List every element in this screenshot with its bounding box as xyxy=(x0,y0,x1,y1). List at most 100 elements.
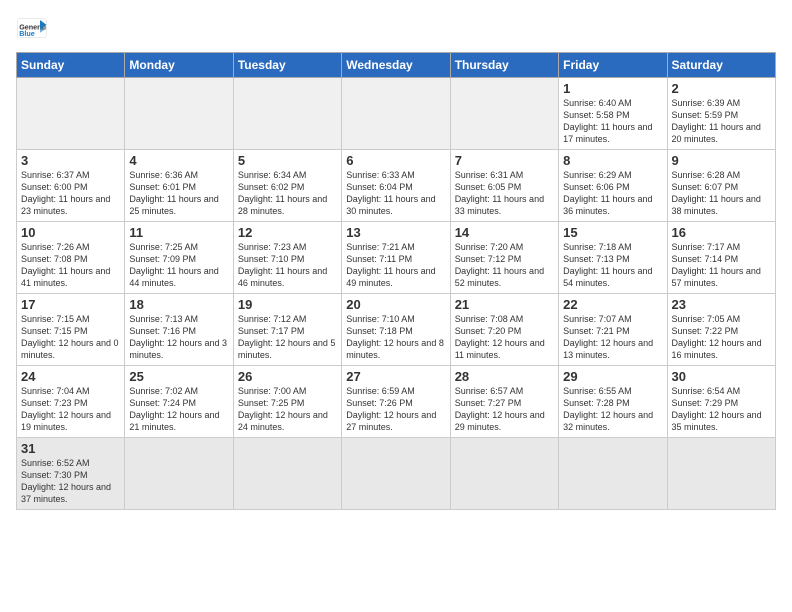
day-number: 29 xyxy=(563,369,662,384)
day-number: 4 xyxy=(129,153,228,168)
calendar-day-cell: 5Sunrise: 6:34 AM Sunset: 6:02 PM Daylig… xyxy=(233,150,341,222)
day-info: Sunrise: 7:21 AM Sunset: 7:11 PM Dayligh… xyxy=(346,241,445,290)
calendar-week-row: 17Sunrise: 7:15 AM Sunset: 7:15 PM Dayli… xyxy=(17,294,776,366)
day-info: Sunrise: 6:36 AM Sunset: 6:01 PM Dayligh… xyxy=(129,169,228,218)
day-info: Sunrise: 6:54 AM Sunset: 7:29 PM Dayligh… xyxy=(672,385,771,434)
day-number: 21 xyxy=(455,297,554,312)
day-number: 30 xyxy=(672,369,771,384)
calendar-day-cell xyxy=(667,438,775,510)
calendar-day-cell: 25Sunrise: 7:02 AM Sunset: 7:24 PM Dayli… xyxy=(125,366,233,438)
day-info: Sunrise: 7:17 AM Sunset: 7:14 PM Dayligh… xyxy=(672,241,771,290)
day-info: Sunrise: 7:25 AM Sunset: 7:09 PM Dayligh… xyxy=(129,241,228,290)
calendar-day-cell: 9Sunrise: 6:28 AM Sunset: 6:07 PM Daylig… xyxy=(667,150,775,222)
day-number: 12 xyxy=(238,225,337,240)
calendar-day-cell xyxy=(559,438,667,510)
calendar-day-cell: 1Sunrise: 6:40 AM Sunset: 5:58 PM Daylig… xyxy=(559,78,667,150)
day-number: 19 xyxy=(238,297,337,312)
calendar-day-header: Friday xyxy=(559,53,667,78)
calendar-day-cell: 28Sunrise: 6:57 AM Sunset: 7:27 PM Dayli… xyxy=(450,366,558,438)
day-number: 10 xyxy=(21,225,120,240)
day-number: 5 xyxy=(238,153,337,168)
day-number: 31 xyxy=(21,441,120,456)
day-info: Sunrise: 7:00 AM Sunset: 7:25 PM Dayligh… xyxy=(238,385,337,434)
calendar-day-cell: 23Sunrise: 7:05 AM Sunset: 7:22 PM Dayli… xyxy=(667,294,775,366)
calendar-day-cell: 18Sunrise: 7:13 AM Sunset: 7:16 PM Dayli… xyxy=(125,294,233,366)
calendar-day-cell xyxy=(125,438,233,510)
header: General Blue xyxy=(16,12,776,44)
calendar-day-cell: 21Sunrise: 7:08 AM Sunset: 7:20 PM Dayli… xyxy=(450,294,558,366)
page: General Blue SundayMondayTuesdayWednesda… xyxy=(0,0,792,518)
day-number: 2 xyxy=(672,81,771,96)
day-info: Sunrise: 7:13 AM Sunset: 7:16 PM Dayligh… xyxy=(129,313,228,362)
calendar-week-row: 24Sunrise: 7:04 AM Sunset: 7:23 PM Dayli… xyxy=(17,366,776,438)
calendar-day-cell: 13Sunrise: 7:21 AM Sunset: 7:11 PM Dayli… xyxy=(342,222,450,294)
calendar-day-cell: 17Sunrise: 7:15 AM Sunset: 7:15 PM Dayli… xyxy=(17,294,125,366)
calendar-day-cell xyxy=(17,78,125,150)
calendar-week-row: 1Sunrise: 6:40 AM Sunset: 5:58 PM Daylig… xyxy=(17,78,776,150)
day-number: 1 xyxy=(563,81,662,96)
calendar-day-cell: 14Sunrise: 7:20 AM Sunset: 7:12 PM Dayli… xyxy=(450,222,558,294)
day-info: Sunrise: 7:07 AM Sunset: 7:21 PM Dayligh… xyxy=(563,313,662,362)
day-number: 26 xyxy=(238,369,337,384)
day-number: 15 xyxy=(563,225,662,240)
day-info: Sunrise: 6:37 AM Sunset: 6:00 PM Dayligh… xyxy=(21,169,120,218)
calendar-week-row: 10Sunrise: 7:26 AM Sunset: 7:08 PM Dayli… xyxy=(17,222,776,294)
day-number: 6 xyxy=(346,153,445,168)
day-info: Sunrise: 6:57 AM Sunset: 7:27 PM Dayligh… xyxy=(455,385,554,434)
calendar-day-cell xyxy=(450,78,558,150)
day-number: 16 xyxy=(672,225,771,240)
calendar-table: SundayMondayTuesdayWednesdayThursdayFrid… xyxy=(16,52,776,510)
calendar-day-cell: 4Sunrise: 6:36 AM Sunset: 6:01 PM Daylig… xyxy=(125,150,233,222)
logo: General Blue xyxy=(16,12,52,44)
day-number: 25 xyxy=(129,369,228,384)
calendar-day-cell: 12Sunrise: 7:23 AM Sunset: 7:10 PM Dayli… xyxy=(233,222,341,294)
day-number: 8 xyxy=(563,153,662,168)
day-number: 24 xyxy=(21,369,120,384)
calendar-day-cell xyxy=(342,438,450,510)
day-info: Sunrise: 7:08 AM Sunset: 7:20 PM Dayligh… xyxy=(455,313,554,362)
svg-text:Blue: Blue xyxy=(19,29,35,38)
calendar-week-row: 31Sunrise: 6:52 AM Sunset: 7:30 PM Dayli… xyxy=(17,438,776,510)
calendar-day-cell xyxy=(342,78,450,150)
day-number: 11 xyxy=(129,225,228,240)
calendar-day-cell: 3Sunrise: 6:37 AM Sunset: 6:00 PM Daylig… xyxy=(17,150,125,222)
calendar-day-cell: 24Sunrise: 7:04 AM Sunset: 7:23 PM Dayli… xyxy=(17,366,125,438)
calendar-day-cell: 19Sunrise: 7:12 AM Sunset: 7:17 PM Dayli… xyxy=(233,294,341,366)
calendar-day-cell xyxy=(233,438,341,510)
calendar-day-cell: 10Sunrise: 7:26 AM Sunset: 7:08 PM Dayli… xyxy=(17,222,125,294)
calendar-week-row: 3Sunrise: 6:37 AM Sunset: 6:00 PM Daylig… xyxy=(17,150,776,222)
day-info: Sunrise: 7:02 AM Sunset: 7:24 PM Dayligh… xyxy=(129,385,228,434)
calendar-day-cell: 2Sunrise: 6:39 AM Sunset: 5:59 PM Daylig… xyxy=(667,78,775,150)
day-info: Sunrise: 6:34 AM Sunset: 6:02 PM Dayligh… xyxy=(238,169,337,218)
day-number: 9 xyxy=(672,153,771,168)
calendar-day-header: Sunday xyxy=(17,53,125,78)
day-number: 18 xyxy=(129,297,228,312)
day-info: Sunrise: 7:20 AM Sunset: 7:12 PM Dayligh… xyxy=(455,241,554,290)
calendar-day-cell xyxy=(233,78,341,150)
day-info: Sunrise: 6:29 AM Sunset: 6:06 PM Dayligh… xyxy=(563,169,662,218)
calendar-day-cell: 15Sunrise: 7:18 AM Sunset: 7:13 PM Dayli… xyxy=(559,222,667,294)
calendar-day-cell: 30Sunrise: 6:54 AM Sunset: 7:29 PM Dayli… xyxy=(667,366,775,438)
calendar-day-header: Tuesday xyxy=(233,53,341,78)
calendar-day-cell: 22Sunrise: 7:07 AM Sunset: 7:21 PM Dayli… xyxy=(559,294,667,366)
day-number: 13 xyxy=(346,225,445,240)
calendar-header-row: SundayMondayTuesdayWednesdayThursdayFrid… xyxy=(17,53,776,78)
day-number: 27 xyxy=(346,369,445,384)
day-number: 22 xyxy=(563,297,662,312)
day-info: Sunrise: 7:18 AM Sunset: 7:13 PM Dayligh… xyxy=(563,241,662,290)
calendar-day-cell: 11Sunrise: 7:25 AM Sunset: 7:09 PM Dayli… xyxy=(125,222,233,294)
day-info: Sunrise: 6:39 AM Sunset: 5:59 PM Dayligh… xyxy=(672,97,771,146)
day-info: Sunrise: 7:04 AM Sunset: 7:23 PM Dayligh… xyxy=(21,385,120,434)
logo-icon: General Blue xyxy=(16,12,48,44)
calendar-day-header: Monday xyxy=(125,53,233,78)
day-info: Sunrise: 6:52 AM Sunset: 7:30 PM Dayligh… xyxy=(21,457,120,506)
day-info: Sunrise: 6:40 AM Sunset: 5:58 PM Dayligh… xyxy=(563,97,662,146)
calendar-day-cell xyxy=(125,78,233,150)
day-number: 3 xyxy=(21,153,120,168)
calendar-day-cell: 27Sunrise: 6:59 AM Sunset: 7:26 PM Dayli… xyxy=(342,366,450,438)
day-info: Sunrise: 7:26 AM Sunset: 7:08 PM Dayligh… xyxy=(21,241,120,290)
calendar-day-cell: 26Sunrise: 7:00 AM Sunset: 7:25 PM Dayli… xyxy=(233,366,341,438)
day-number: 7 xyxy=(455,153,554,168)
calendar-day-cell: 16Sunrise: 7:17 AM Sunset: 7:14 PM Dayli… xyxy=(667,222,775,294)
calendar-day-cell xyxy=(450,438,558,510)
